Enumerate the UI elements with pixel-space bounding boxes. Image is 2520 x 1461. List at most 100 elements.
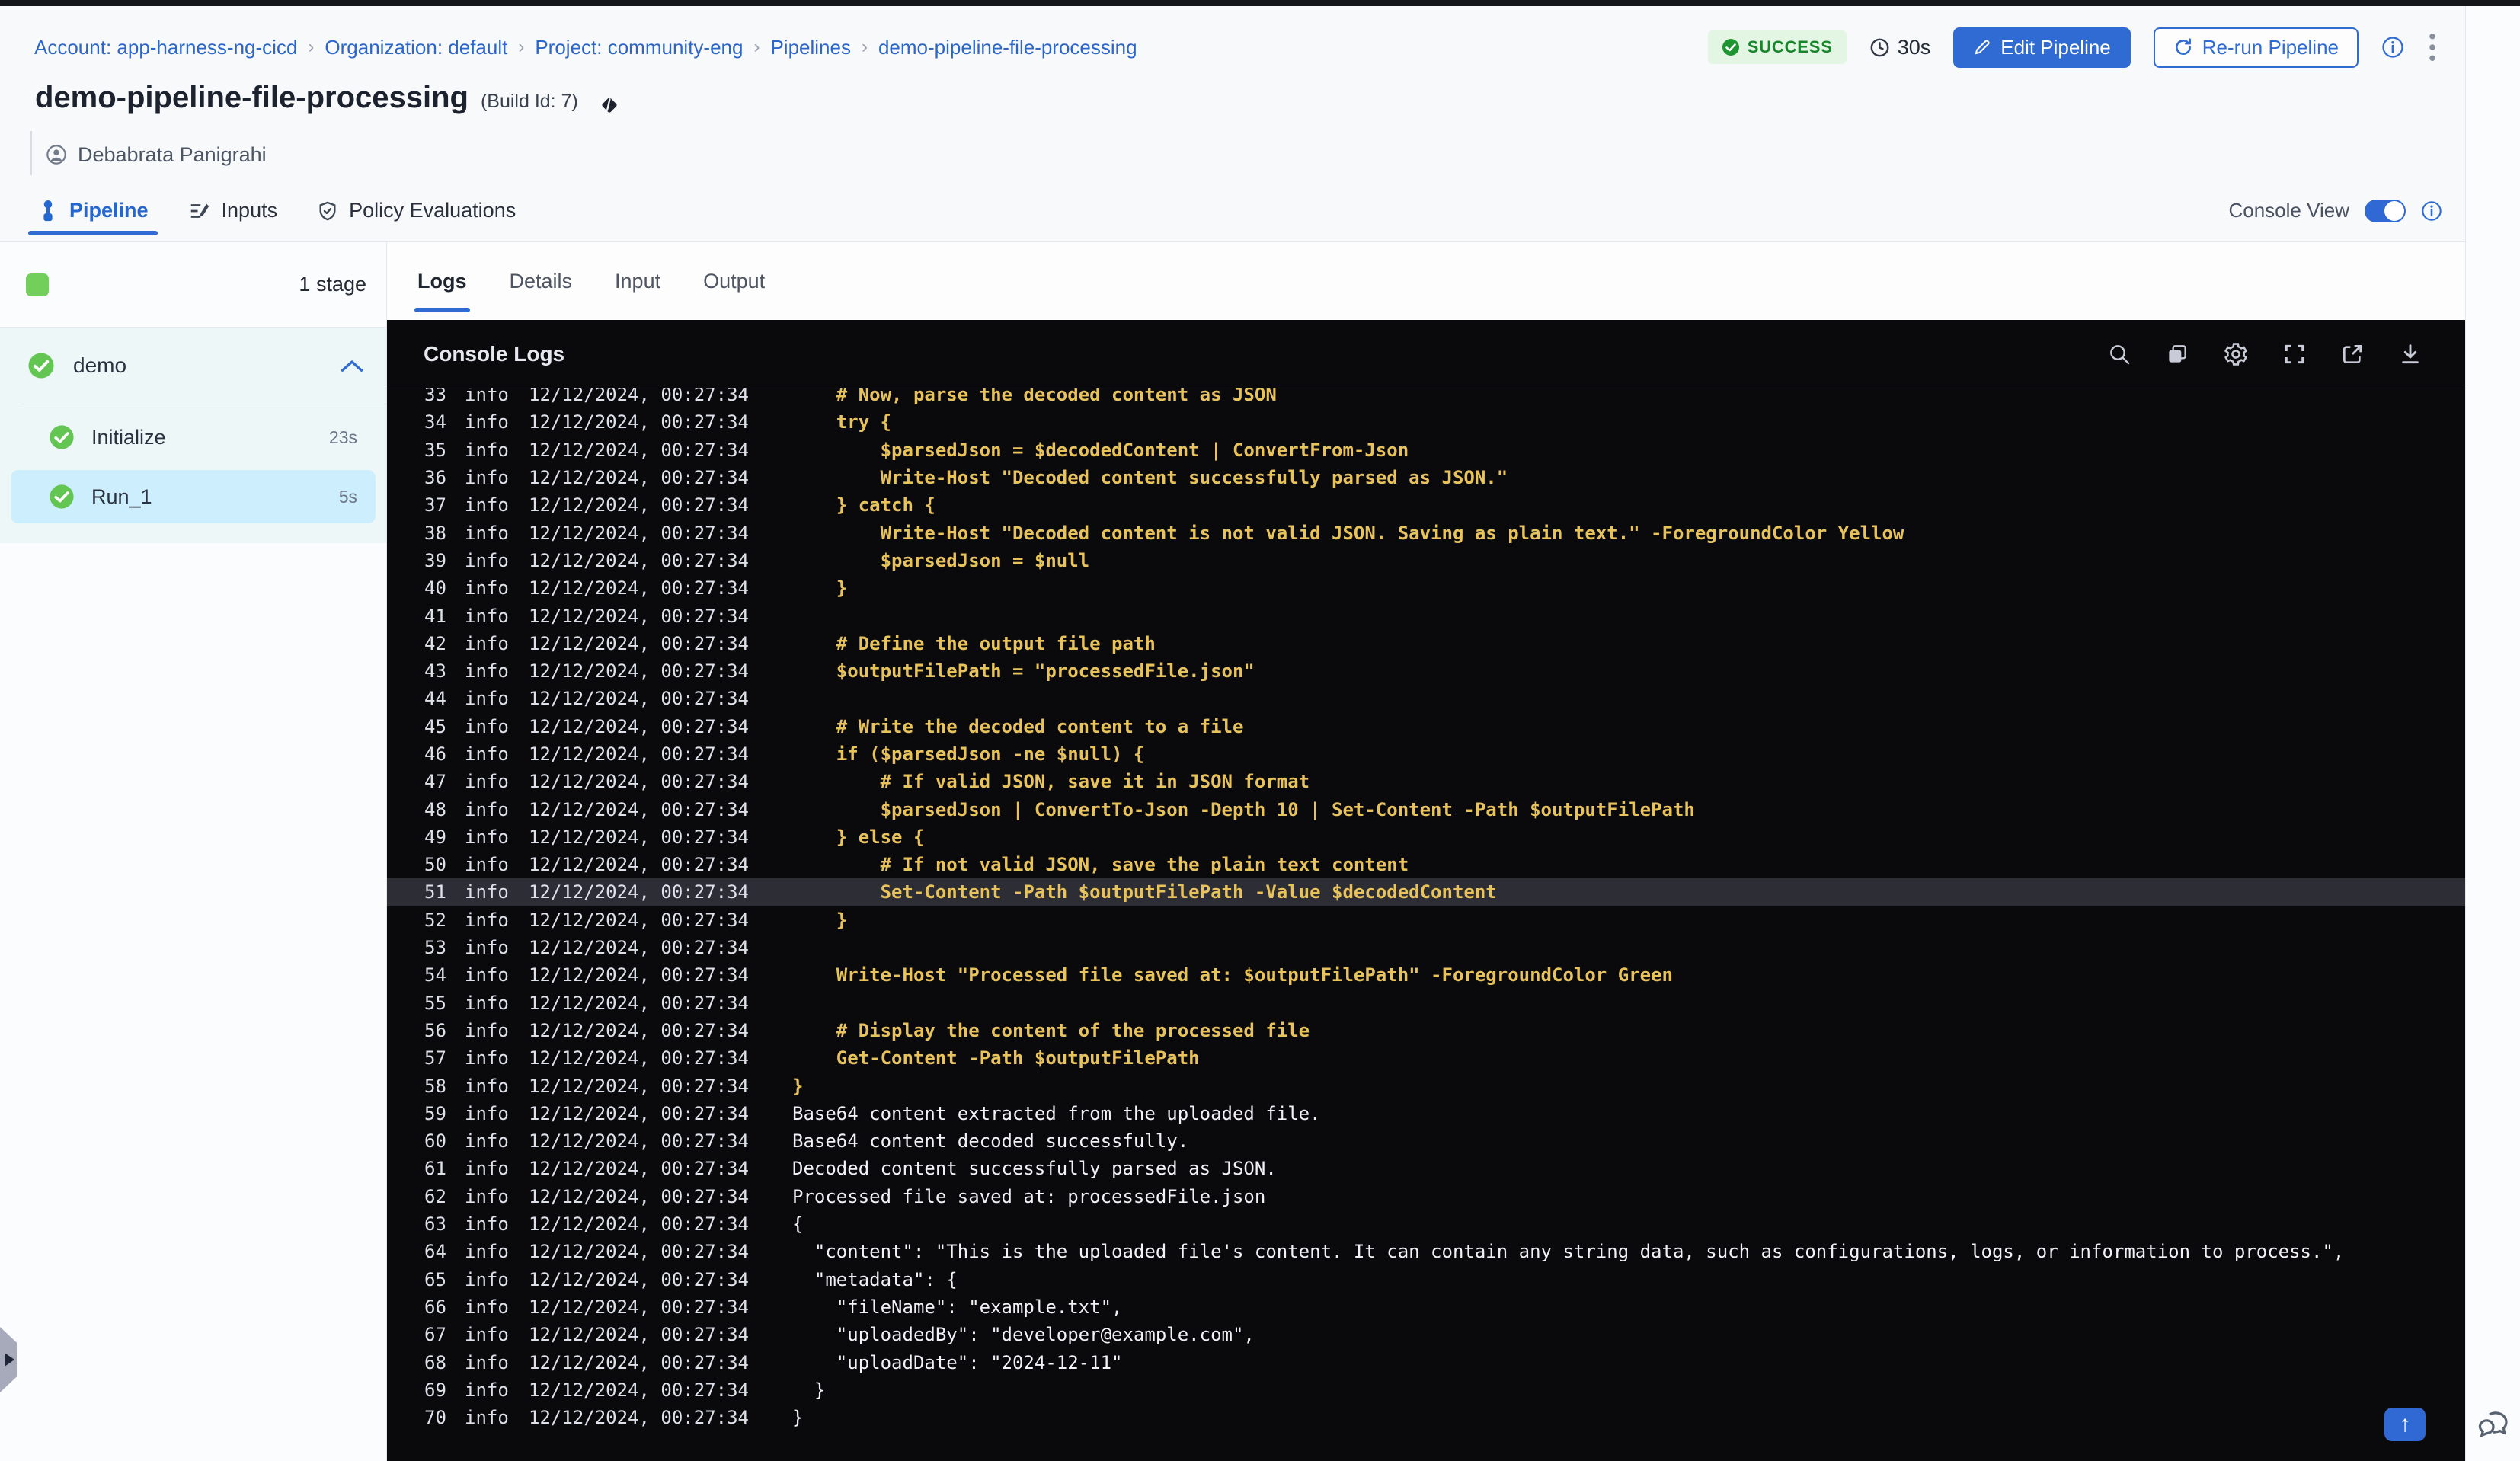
edit-pipeline-button[interactable]: Edit Pipeline: [1953, 27, 2131, 68]
log-message: "fileName": "example.txt",: [792, 1296, 1123, 1318]
settings-gear-icon[interactable]: [2223, 341, 2249, 367]
console-log-viewport[interactable]: 33 info 12/12/2024, 00:27:34 # Now, parse …: [387, 388, 2465, 1461]
log-timestamp: 12/12/2024, 00:27:34: [529, 771, 749, 793]
log-timestamp: 12/12/2024, 00:27:34: [529, 1019, 749, 1041]
diamond-icon[interactable]: [598, 94, 621, 117]
breadcrumb-account[interactable]: Account: app-harness-ng-cicd: [34, 36, 297, 59]
log-message: }: [792, 577, 848, 599]
tab-details[interactable]: Details: [510, 242, 573, 320]
tab-inputs-label: Inputs: [221, 199, 278, 222]
log-row: 40 info 12/12/2024, 00:27:34 }: [387, 574, 2465, 602]
log-line-number: 51: [424, 881, 446, 903]
breadcrumb-project[interactable]: Project: community-eng: [535, 36, 743, 59]
log-row: 63 info 12/12/2024, 00:27:34 {: [387, 1210, 2465, 1238]
page-title: demo-pipeline-file-processing: [35, 81, 469, 114]
log-timestamp: 12/12/2024, 00:27:34: [529, 494, 749, 516]
log-timestamp: 12/12/2024, 00:27:34: [529, 605, 749, 627]
log-timestamp: 12/12/2024, 00:27:34: [529, 826, 749, 848]
scroll-to-top-button[interactable]: ↑: [2384, 1408, 2426, 1441]
log-row: 57 info 12/12/2024, 00:27:34 Get-Content -…: [387, 1044, 2465, 1072]
log-timestamp: 12/12/2024, 00:27:34: [529, 854, 749, 876]
stage-success-icon: [27, 352, 55, 379]
log-message: "uploadDate": "2024-12-11": [792, 1351, 1123, 1373]
log-line-number: 37: [424, 494, 446, 516]
log-level: info: [465, 522, 509, 544]
tab-inputs[interactable]: Inputs: [184, 180, 283, 241]
download-icon[interactable]: [2398, 342, 2422, 366]
log-message: # Define the output file path: [792, 632, 1156, 654]
breadcrumb-current-pipeline[interactable]: demo-pipeline-file-processing: [878, 36, 1137, 59]
log-line-number: 56: [424, 1019, 446, 1041]
help-chat-icon[interactable]: [2475, 1407, 2512, 1447]
arrow-up-icon: ↑: [2399, 1411, 2411, 1437]
pipeline-icon: [37, 200, 59, 222]
log-message: "content": "This is the uploaded file's …: [792, 1241, 2345, 1263]
log-message: if ($parsedJson -ne $null) {: [792, 743, 1145, 765]
log-row: 36 info 12/12/2024, 00:27:34 Write-Host "D…: [387, 464, 2465, 491]
log-timestamp: 12/12/2024, 00:27:34: [529, 549, 749, 571]
log-row: 34 info 12/12/2024, 00:27:34 try {: [387, 408, 2465, 436]
console-title: Console Logs: [424, 341, 565, 366]
log-line-number: 68: [424, 1351, 446, 1373]
chevron-up-icon[interactable]: [341, 358, 363, 373]
log-timestamp: 12/12/2024, 00:27:34: [529, 881, 749, 903]
log-message: "metadata": {: [792, 1268, 958, 1290]
tab-policy-evaluations[interactable]: Policy Evaluations: [312, 180, 520, 241]
stage-header-demo[interactable]: demo: [0, 328, 386, 404]
log-level: info: [465, 1407, 509, 1429]
log-line-number: 64: [424, 1241, 446, 1263]
log-line-number: 33: [424, 388, 446, 406]
log-level: info: [465, 743, 509, 765]
log-level: info: [465, 439, 509, 461]
stage-name: demo: [73, 353, 127, 377]
step-duration: 5s: [338, 486, 357, 507]
console-view-toggle[interactable]: [2365, 199, 2406, 222]
log-level: info: [465, 388, 509, 406]
log-row: 46 info 12/12/2024, 00:27:34 if ($parsedJs…: [387, 740, 2465, 768]
triggered-by-row: Debabrata Panigrahi: [0, 129, 2465, 180]
step-detail-tabs: Logs Details Input Output: [387, 242, 2465, 320]
open-in-new-icon[interactable]: [2340, 342, 2365, 366]
log-line-number: 63: [424, 1213, 446, 1236]
log-timestamp: 12/12/2024, 00:27:34: [529, 1213, 749, 1236]
tab-output[interactable]: Output: [703, 242, 765, 320]
success-check-icon: [1722, 38, 1740, 56]
log-row: 41 info 12/12/2024, 00:27:34: [387, 602, 2465, 629]
stage-group-demo: demo Initialize 23s Run_1 5s: [0, 328, 386, 543]
tab-logs[interactable]: Logs: [414, 242, 469, 320]
console-view-info-icon[interactable]: [2421, 200, 2442, 222]
tab-pipeline[interactable]: Pipeline: [28, 180, 158, 241]
log-message: {: [792, 1213, 804, 1236]
copy-icon[interactable]: [2165, 342, 2189, 366]
log-line-number: 70: [424, 1407, 446, 1429]
log-line-number: 66: [424, 1296, 446, 1318]
stage-status-square: [26, 273, 49, 296]
log-line-number: 39: [424, 549, 446, 571]
log-timestamp: 12/12/2024, 00:27:34: [529, 1351, 749, 1373]
rerun-pipeline-button[interactable]: Re-run Pipeline: [2153, 27, 2359, 68]
info-icon[interactable]: [2381, 36, 2404, 59]
log-level: info: [465, 964, 509, 986]
log-line-number: 46: [424, 743, 446, 765]
log-timestamp: 12/12/2024, 00:27:34: [529, 798, 749, 820]
log-line-number: 65: [424, 1268, 446, 1290]
log-timestamp: 12/12/2024, 00:27:34: [529, 632, 749, 654]
sidebar-step-initialize[interactable]: Initialize 23s: [11, 411, 376, 464]
more-options-icon[interactable]: [2427, 32, 2438, 62]
log-timestamp: 12/12/2024, 00:27:34: [529, 1130, 749, 1152]
log-level: info: [465, 1102, 509, 1124]
breadcrumb-pipelines[interactable]: Pipelines: [770, 36, 851, 59]
sidebar-step-run-1[interactable]: Run_1 5s: [11, 470, 376, 523]
log-level: info: [465, 798, 509, 820]
search-icon[interactable]: [2107, 342, 2131, 366]
log-level: info: [465, 881, 509, 903]
user-avatar-icon: [46, 144, 67, 165]
log-timestamp: 12/12/2024, 00:27:34: [529, 1324, 749, 1346]
step-label: Initialize: [91, 425, 166, 449]
breadcrumb-organization[interactable]: Organization: default: [325, 36, 507, 59]
log-line-number: 42: [424, 632, 446, 654]
refresh-icon: [2173, 37, 2193, 57]
log-line-number: 59: [424, 1102, 446, 1124]
fullscreen-icon[interactable]: [2282, 342, 2307, 366]
tab-input[interactable]: Input: [615, 242, 660, 320]
